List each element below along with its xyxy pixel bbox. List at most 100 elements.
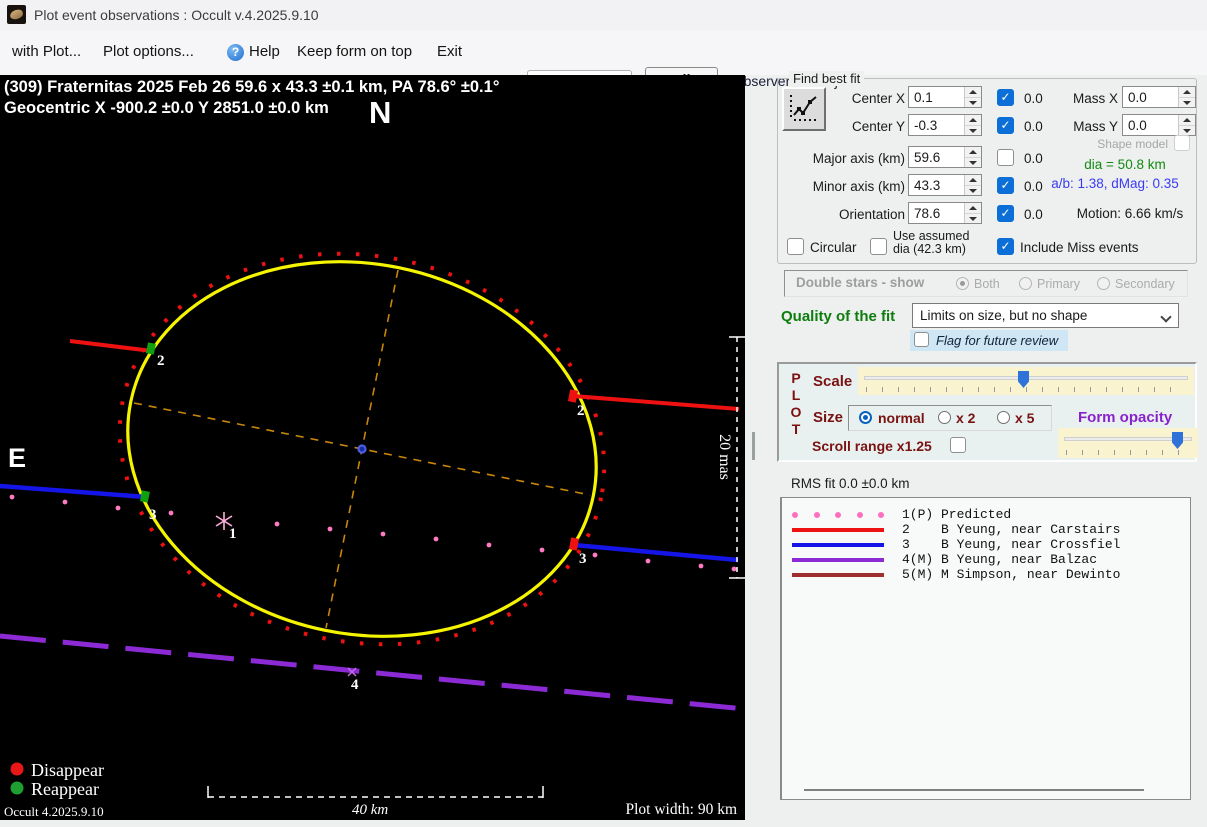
plot-letter-p: P bbox=[791, 370, 801, 386]
scale-slider-thumb[interactable] bbox=[1018, 371, 1029, 388]
major-axis-spin-buttons[interactable] bbox=[964, 147, 981, 167]
center-x-spinner[interactable]: 0.1 bbox=[908, 86, 982, 108]
plot-header-line1: (309) Fraternitas 2025 Feb 26 59.6 x 43.… bbox=[4, 78, 499, 96]
predicted-chord-dots bbox=[9, 494, 737, 572]
mass-y-label: Mass Y bbox=[1073, 119, 1118, 134]
minor-axis-spin-buttons[interactable] bbox=[964, 175, 981, 195]
help-icon[interactable]: ? bbox=[227, 44, 244, 61]
form-opacity-slider-thumb[interactable] bbox=[1172, 432, 1183, 449]
center-y-checkbox[interactable]: ✓ bbox=[997, 117, 1014, 134]
menu-plot-options[interactable]: Plot options... bbox=[103, 43, 194, 60]
major-axis-spinner[interactable]: 59.6 bbox=[908, 146, 982, 168]
use-assumed-label: Use assumed dia (42.3 km) bbox=[893, 230, 969, 256]
scale-slider-ticks bbox=[866, 387, 1186, 392]
list-item[interactable]: 3 B Yeung, near Crossfiel bbox=[792, 537, 1182, 552]
find-best-fit-title: Find best fit bbox=[789, 71, 865, 86]
size-normal-radio[interactable] bbox=[859, 411, 872, 424]
occult-version: Occult 4.2025.9.10 bbox=[4, 804, 104, 819]
menu-keep-on-top[interactable]: Keep form on top bbox=[297, 43, 412, 60]
use-assumed-checkbox[interactable] bbox=[870, 238, 887, 255]
minor-axis-checkbox[interactable]: ✓ bbox=[997, 177, 1014, 194]
mass-y-value[interactable]: 0.0 bbox=[1123, 115, 1178, 135]
obs-num: 1(P) bbox=[902, 507, 934, 522]
shape-model-checkbox bbox=[1174, 135, 1190, 151]
chord4-line bbox=[0, 633, 746, 712]
minor-axis-spinner[interactable]: 43.3 bbox=[908, 174, 982, 196]
obs-name: M Simpson, near Dewinto bbox=[941, 567, 1121, 582]
center-x-spin-buttons[interactable] bbox=[964, 87, 981, 107]
scroll-range-checkbox[interactable] bbox=[950, 437, 966, 453]
obs-num: 2 bbox=[902, 522, 910, 537]
include-miss-label: Include Miss events bbox=[1020, 240, 1139, 255]
form-opacity-slider-ticks bbox=[1066, 450, 1190, 455]
center-y-spinner[interactable]: -0.3 bbox=[908, 114, 982, 136]
orientation-value[interactable]: 78.6 bbox=[909, 203, 964, 223]
scale-slider[interactable] bbox=[858, 367, 1194, 395]
chord4-label: 4 bbox=[351, 677, 359, 693]
chord2-swatch bbox=[792, 528, 884, 532]
plot-canvas[interactable]: (309) Fraternitas 2025 Feb 26 59.6 x 43.… bbox=[0, 75, 746, 820]
orientation-spin-buttons[interactable] bbox=[964, 203, 981, 223]
obs-name: B Yeung, near Carstairs bbox=[941, 522, 1121, 537]
plot-letter-o: O bbox=[790, 404, 802, 420]
size-x2-radio[interactable] bbox=[938, 411, 951, 424]
menu-exit[interactable]: Exit bbox=[437, 43, 462, 60]
form-opacity-slider[interactable] bbox=[1058, 428, 1198, 458]
list-item[interactable]: 5(M) M Simpson, near Dewinto bbox=[792, 567, 1182, 582]
center-y-spin-buttons[interactable] bbox=[964, 115, 981, 135]
chord3-label-right: 3 bbox=[579, 551, 587, 567]
plot-width-label: Plot width: 90 km bbox=[625, 801, 737, 818]
list-item[interactable]: 2 B Yeung, near Carstairs bbox=[792, 522, 1182, 537]
circular-checkbox[interactable] bbox=[787, 238, 804, 255]
center-x-value[interactable]: 0.1 bbox=[909, 87, 964, 107]
quality-dropdown[interactable]: Limits on size, but no shape bbox=[912, 303, 1179, 328]
window-title: Plot event observations : Occult v.4.202… bbox=[34, 7, 319, 23]
size-x5-label: x 5 bbox=[1015, 410, 1035, 426]
quality-value: Limits on size, but no shape bbox=[920, 308, 1088, 323]
chord2-left bbox=[69, 339, 153, 353]
chord3-swatch bbox=[792, 543, 884, 547]
major-axis-checkbox[interactable] bbox=[997, 149, 1014, 166]
minor-axis-value[interactable]: 43.3 bbox=[909, 175, 964, 195]
double-stars-both-radio bbox=[956, 277, 969, 290]
menu-with-plot[interactable]: with Plot... bbox=[12, 43, 81, 60]
obs-num: 3 bbox=[902, 537, 910, 552]
menu-help[interactable]: Help bbox=[249, 43, 280, 60]
mass-x-value[interactable]: 0.0 bbox=[1123, 87, 1178, 107]
obs-name: Predicted bbox=[941, 507, 1012, 522]
mass-x-spin-buttons[interactable] bbox=[1178, 87, 1195, 107]
center-y-value[interactable]: -0.3 bbox=[909, 115, 964, 135]
list-separator bbox=[804, 789, 1144, 791]
ab-dmag-value: a/b: 1.38, dMag: 0.35 bbox=[1051, 176, 1179, 191]
chord1-label: 1 bbox=[229, 526, 237, 542]
scroll-range-label: Scroll range x1.25 bbox=[812, 438, 932, 454]
north-label: N bbox=[369, 95, 391, 130]
obs-name: B Yeung, near Crossfiel bbox=[941, 537, 1121, 552]
orientation-checkbox[interactable]: ✓ bbox=[997, 205, 1014, 222]
flag-review-checkbox[interactable] bbox=[914, 332, 929, 347]
double-stars-secondary-radio bbox=[1097, 277, 1110, 290]
mas-label: 20 mas bbox=[716, 434, 733, 480]
major-axis-value[interactable]: 59.6 bbox=[909, 147, 964, 167]
mass-x-spinner[interactable]: 0.0 bbox=[1122, 86, 1196, 108]
mass-y-spin-buttons[interactable] bbox=[1178, 115, 1195, 135]
chord5-swatch bbox=[792, 573, 884, 577]
center-x-checkbox[interactable]: ✓ bbox=[997, 89, 1014, 106]
chord3-left bbox=[0, 483, 147, 500]
mass-y-spinner[interactable]: 0.0 bbox=[1122, 114, 1196, 136]
title-bar: Plot event observations : Occult v.4.202… bbox=[0, 0, 1207, 30]
motion-value: Motion: 6.66 km/s bbox=[1076, 206, 1184, 221]
chevron-down-icon bbox=[1160, 311, 1172, 323]
form-opacity-label: Form opacity bbox=[1078, 409, 1173, 426]
disappear-label: Disappear bbox=[31, 760, 104, 780]
plot-header-line2: Geocentric X -900.2 ±0.0 Y 2851.0 ±0.0 k… bbox=[4, 99, 329, 117]
orientation-spinner[interactable]: 78.6 bbox=[908, 202, 982, 224]
list-item[interactable]: 4(M) B Yeung, near Balzac bbox=[792, 552, 1182, 567]
size-x5-radio[interactable] bbox=[997, 411, 1010, 424]
quality-label: Quality of the fit bbox=[781, 308, 896, 325]
plot-controls-panel: P L O T Scale Size normal x 2 x 5 Form o… bbox=[777, 362, 1198, 462]
observations-listbox[interactable]: 1(P) Predicted 2 B Yeung, near Carstairs 3… bbox=[780, 497, 1191, 800]
panel-resize-handle[interactable] bbox=[752, 432, 755, 460]
list-item[interactable]: 1(P) Predicted bbox=[792, 507, 1182, 522]
include-miss-checkbox[interactable]: ✓ bbox=[997, 238, 1014, 255]
